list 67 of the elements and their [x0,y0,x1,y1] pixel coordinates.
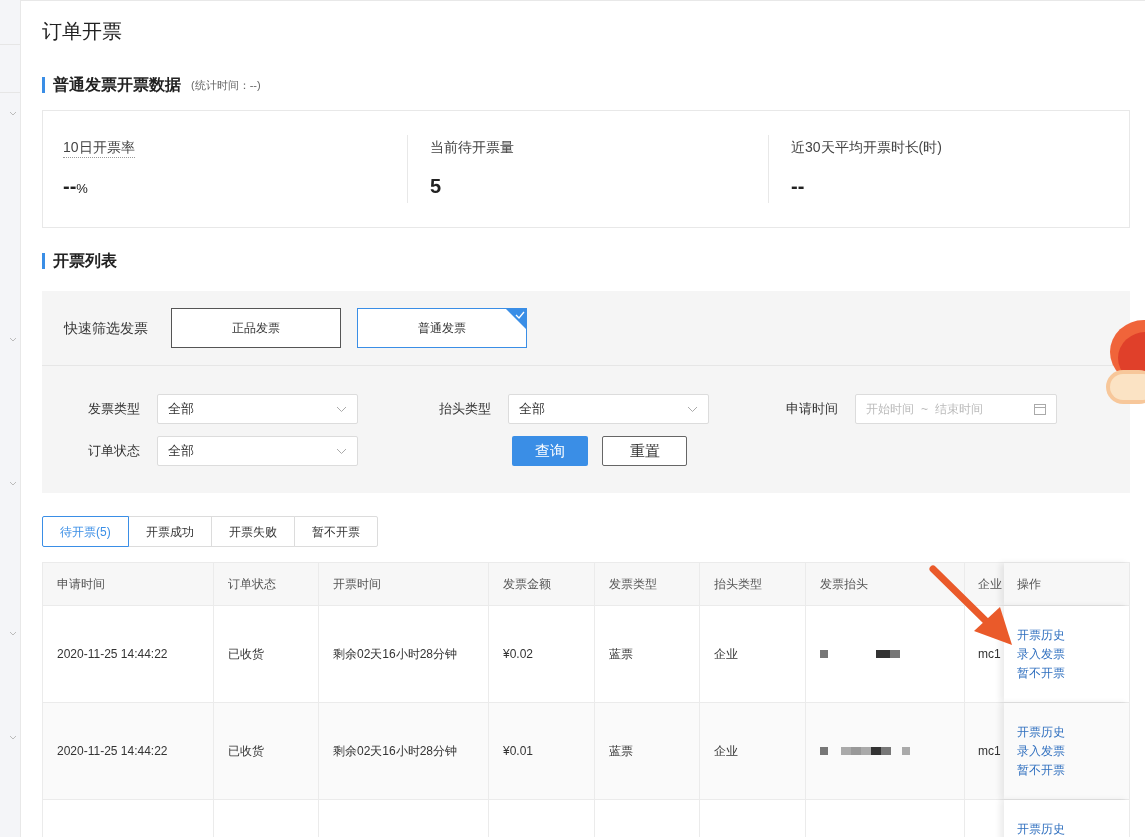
column-header: 发票抬头 [820,576,868,593]
filter-label: 订单状态 [87,442,140,461]
chevron-icon[interactable] [9,109,17,117]
chevron-icon[interactable] [9,479,17,487]
section-title: 开票列表 [53,251,117,271]
table-cell-text: 企业 [714,743,738,760]
status-tab[interactable]: 暂不开票 [293,516,378,547]
stat-value: -- [63,174,77,199]
table-cell-text: mc1 [978,646,1001,663]
table-cell-text: 企业 [714,646,738,663]
action-link[interactable]: 录入发票 [1017,645,1065,664]
calendar-icon [1034,403,1046,415]
stats-time-note: (统计时间：--) [191,77,261,93]
table-cell-text: mc1 [978,743,1001,760]
action-link[interactable]: 暂不开票 [1017,761,1065,780]
quick-filter-option[interactable]: 普通发票 [357,308,527,348]
table-cell-text: 蓝票 [609,646,633,663]
status-tab[interactable]: 开票失败 [210,516,295,547]
table-cell-text: 2020-11-25 14:44:22 [57,743,168,760]
status-tab[interactable]: 开票成功 [127,516,212,547]
chevron-icon[interactable] [9,733,17,741]
column-header: 抬头类型 [714,576,762,593]
section-title: 普通发票开票数据 [53,75,181,95]
action-link[interactable]: 暂不开票 [1017,664,1065,683]
chevron-down-icon [687,404,698,414]
stat-value: -- [791,174,805,199]
stat-label: 10日开票率 [63,137,135,158]
action-link[interactable]: 开票历史 [1017,626,1065,645]
filter-label: 申请时间 [785,400,838,419]
select-field[interactable]: 全部 [508,394,709,424]
column-header: 发票金额 [503,576,551,593]
reset-button[interactable]: 重置 [602,436,687,466]
filter-label: 发票类型 [87,400,140,419]
select-field[interactable]: 全部 [157,436,358,466]
search-button[interactable]: 查询 [512,436,588,466]
column-header: 企业 [978,576,1002,593]
column-header: 订单状态 [228,576,276,593]
column-header: 发票类型 [609,576,657,593]
check-corner-icon [506,309,526,329]
stat-label: 近30天平均开票时长(时) [791,138,942,157]
column-header: 操作 [1017,576,1041,593]
table-cell-text: 剩余02天16小时28分钟 [333,646,458,663]
stat-value: 5 [430,174,442,199]
table-cell-text: 2020-11-25 14:44:22 [57,646,168,663]
table-cell-text: ¥0.01 [503,743,534,760]
table-cell-text: 已收货 [228,743,264,760]
column-header: 开票时间 [333,576,381,593]
column-header: 申请时间 [57,576,105,593]
status-tab[interactable]: 待开票(5) [42,516,129,547]
table-cell-text: 已收货 [228,646,264,663]
page-title: 订单开票 [42,19,122,44]
select-field[interactable]: 全部 [157,394,358,424]
chevron-icon[interactable] [9,335,17,343]
quick-filter-option[interactable]: 正品发票 [171,308,341,348]
table-cell-text: 剩余02天16小时28分钟 [333,743,458,760]
table-cell-text: 蓝票 [609,743,633,760]
chevron-icon[interactable] [9,629,17,637]
action-link[interactable]: 开票历史 [1017,723,1065,742]
table-cell-text: ¥0.02 [503,646,534,663]
stat-unit: % [76,180,88,198]
filter-label: 快速筛选发票 [64,318,149,338]
action-link[interactable]: 开票历史 [1017,820,1065,837]
stat-label: 当前待开票量 [430,138,514,157]
chevron-down-icon [336,404,347,414]
filter-label: 抬头类型 [438,400,491,419]
action-link[interactable]: 录入发票 [1017,742,1065,761]
chevron-down-icon [336,446,347,456]
